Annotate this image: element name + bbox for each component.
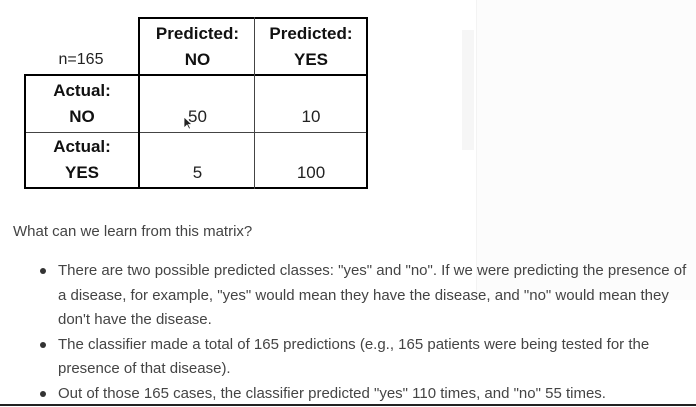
list-item: There are two possible predicted classes… <box>40 259 690 333</box>
bullet-icon <box>40 390 46 397</box>
matrix-value-fp: 10 <box>255 77 367 131</box>
matrix-value-tn: 50 <box>140 77 255 131</box>
grid-line <box>24 132 368 133</box>
col-header-yes-line2: YES <box>293 50 329 69</box>
grid-line <box>366 17 368 189</box>
explanation-list: There are two possible predicted classes… <box>40 259 690 406</box>
grid-line <box>24 74 26 189</box>
grid-line <box>254 17 255 189</box>
matrix-n-label-cell: n=165 <box>24 17 138 75</box>
grid-line <box>24 187 368 189</box>
value-actual-yes-pred-no: 5 <box>192 163 203 182</box>
bottom-divider <box>0 404 696 406</box>
row-header-yes-line2: YES <box>64 163 100 182</box>
row-header-yes-line1: Actual: <box>53 137 111 156</box>
matrix-row-header-no: Actual: NO <box>26 77 138 131</box>
matrix-value-tp: 100 <box>255 133 367 187</box>
col-header-yes-line1: Predicted: <box>269 24 353 43</box>
bullet-icon <box>40 268 46 274</box>
background-panel <box>476 0 696 300</box>
row-header-no-line1: Actual: <box>53 81 111 100</box>
background-strip <box>462 30 474 150</box>
matrix-value-fn: 5 <box>140 133 255 187</box>
mouse-cursor-icon <box>183 116 193 130</box>
list-item-text: Out of those 165 cases, the classifier p… <box>58 384 606 402</box>
list-item-text: There are two possible predicted classes… <box>58 262 687 328</box>
confusion-matrix: n=165 Predicted: NO Predicted: YES Actua… <box>24 17 368 189</box>
grid-line <box>138 17 140 189</box>
list-item: Out of those 165 cases, the classifier p… <box>40 382 690 407</box>
value-actual-yes-pred-yes: 100 <box>296 163 326 182</box>
bullet-icon <box>40 341 46 348</box>
matrix-col-header-yes: Predicted: YES <box>255 19 367 75</box>
matrix-row-header-yes: Actual: YES <box>26 133 138 187</box>
list-item: The classifier made a total of 165 predi… <box>40 333 690 382</box>
matrix-col-header-no: Predicted: NO <box>140 19 255 75</box>
row-header-no-line2: NO <box>69 107 95 126</box>
matrix-n-label: n=165 <box>58 51 104 68</box>
matrix-question-caption: What can we learn from this matrix? <box>13 223 253 240</box>
value-actual-no-pred-yes: 10 <box>301 107 321 126</box>
grid-line <box>24 74 368 76</box>
list-item-text: The classifier made a total of 165 predi… <box>58 335 650 378</box>
col-header-no-line1: Predicted: <box>155 24 240 43</box>
grid-line <box>138 17 368 19</box>
col-header-no-line2: NO <box>184 50 211 69</box>
